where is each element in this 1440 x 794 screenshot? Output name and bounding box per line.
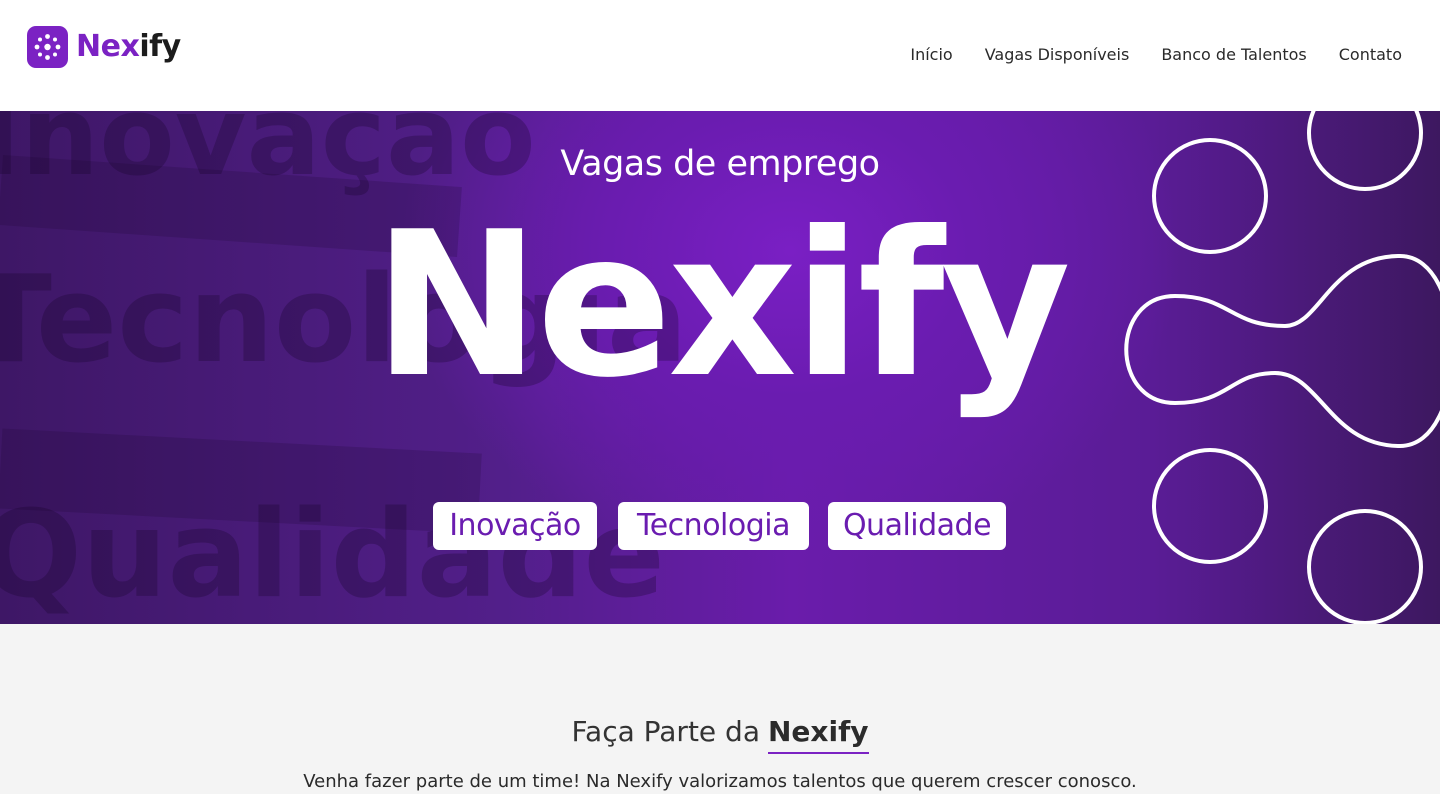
nav-link-banco-de-talentos[interactable]: Banco de Talentos: [1161, 45, 1306, 65]
network-dots-icon: [27, 26, 68, 68]
brand-wordmark-part1: Nex: [76, 29, 140, 64]
brand-wordmark: Nexify: [76, 32, 181, 62]
section-title-highlight: Nexify: [767, 715, 869, 754]
hero-banner: Inovação Tecnologia Qualidade Vagas de e…: [0, 111, 1440, 624]
nav-link-inicio[interactable]: Início: [910, 45, 952, 65]
top-navbar: Nexify Início Vagas Disponíveis Banco de…: [0, 0, 1440, 111]
main-nav: Início Vagas Disponíveis Banco de Talent…: [910, 45, 1402, 65]
brand-wordmark-part2: ify: [139, 29, 181, 64]
section-intro-text: Venha fazer parte de um time! Na Nexify …: [303, 771, 1137, 792]
hero-tag-qualidade: Qualidade: [828, 502, 1006, 550]
hero-tag-inovacao: Inovação: [433, 502, 597, 550]
nav-link-vagas-disponiveis[interactable]: Vagas Disponíveis: [985, 45, 1130, 65]
brand-logo[interactable]: Nexify: [27, 26, 181, 68]
section-title: Faça Parte da Nexify: [0, 714, 1440, 754]
nav-link-contato[interactable]: Contato: [1339, 45, 1402, 65]
section-title-prefix: Faça Parte da: [571, 715, 760, 748]
network-circles-decoration: [1124, 111, 1440, 624]
hero-tag-tecnologia: Tecnologia: [618, 502, 809, 550]
